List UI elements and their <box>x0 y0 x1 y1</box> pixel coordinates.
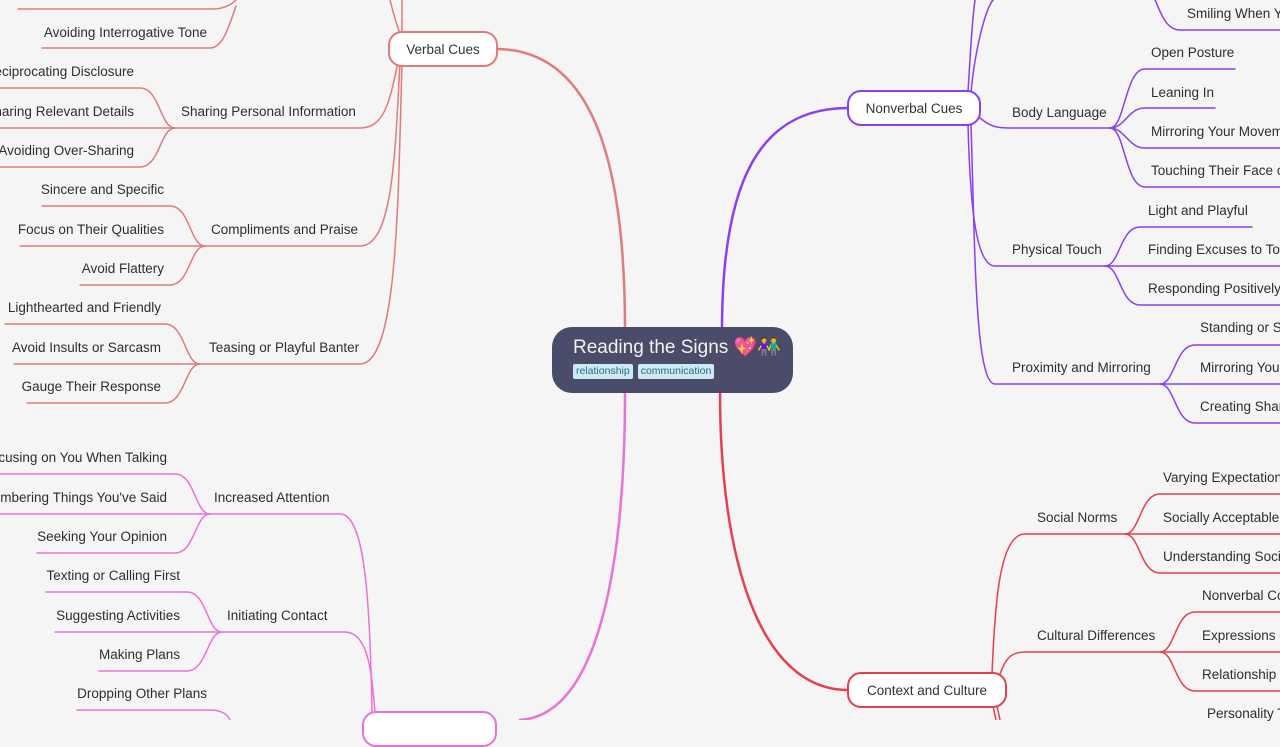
leaf-socially-acceptable[interactable]: Socially Acceptable Behavior <box>1163 509 1280 527</box>
subtopic-teasing-or-playful-banter[interactable]: Teasing or Playful Banter <box>209 339 359 357</box>
leaf-making-plans[interactable]: Making Plans <box>99 646 180 664</box>
subtopic-initiating-contact[interactable]: Initiating Contact <box>227 607 328 625</box>
leaf-mirroring-your-movements[interactable]: Mirroring Your Movements <box>1151 123 1280 141</box>
branch-behavior[interactable] <box>362 711 497 747</box>
leaf-nonverbal-communication[interactable]: Nonverbal Communication <box>1202 587 1280 605</box>
leaf-finding-excuses[interactable]: Finding Excuses to Touch <box>1148 241 1280 259</box>
leaf-sincere-and-specific[interactable]: Sincere and Specific <box>41 181 164 199</box>
leaf-light-and-playful[interactable]: Light and Playful <box>1148 202 1248 220</box>
subtopic-compliments-and-praise[interactable]: Compliments and Praise <box>211 221 358 239</box>
leaf-texting-or-calling-first[interactable]: Texting or Calling First <box>46 567 180 585</box>
subtopic-social-norms[interactable]: Social Norms <box>1037 509 1117 527</box>
subtopic-increased-attention[interactable]: Increased Attention <box>214 489 330 507</box>
leaf-gauge-their-response[interactable]: Gauge Their Response <box>22 378 161 396</box>
leaf-touching-their-face[interactable]: Touching Their Face or Hair <box>1151 162 1280 180</box>
leaf-reciprocating-disclosure[interactable]: Reciprocating Disclosure <box>0 63 134 81</box>
leaf-relationship[interactable]: Relationship Norms <box>1202 666 1280 684</box>
branch-nonverbal-cues[interactable]: Nonverbal Cues <box>847 90 981 126</box>
leaf-avoid-flattery[interactable]: Avoid Flattery <box>82 260 164 278</box>
leaf-avoiding-interrogative-tone[interactable]: Avoiding Interrogative Tone <box>44 24 207 42</box>
leaf-sharing-relevant-details[interactable]: Sharing Relevant Details <box>0 103 134 121</box>
subtopic-proximity-and-mirroring[interactable]: Proximity and Mirroring <box>1012 359 1151 377</box>
leaf-lighthearted-and-friendly[interactable]: Lighthearted and Friendly <box>8 299 161 317</box>
tag-relationship[interactable]: relationship <box>573 364 633 379</box>
leaf-varying-expectations[interactable]: Varying Expectations <box>1163 469 1280 487</box>
leaf-leaning-in[interactable]: Leaning In <box>1151 84 1214 102</box>
leaf-creating-shared[interactable]: Creating Shared Space <box>1200 398 1280 416</box>
root-node[interactable]: Reading the Signs 💖👫 relationship commun… <box>552 327 793 393</box>
tag-communication[interactable]: communication <box>637 364 715 379</box>
leaf-suggesting-activities[interactable]: Suggesting Activities <box>56 607 180 625</box>
subtopic-body-language[interactable]: Body Language <box>1012 104 1107 122</box>
leaf-dropping-other-plans[interactable]: Dropping Other Plans <box>77 685 207 703</box>
leaf-personality[interactable]: Personality Traits <box>1207 705 1280 723</box>
leaf-avoiding-over-sharing[interactable]: Avoiding Over-Sharing <box>0 142 134 160</box>
root-title: Reading the Signs 💖👫 <box>573 337 781 358</box>
leaf-expressions-of[interactable]: Expressions of Affection <box>1202 627 1280 645</box>
root-tags: relationship communication <box>573 364 793 379</box>
leaf-mirroring-you[interactable]: Mirroring Your Actions <box>1200 359 1280 377</box>
leaf-remembering-things[interactable]: Remembering Things You've Said <box>0 489 167 507</box>
leaf-standing-or-sitting[interactable]: Standing or Sitting Close <box>1200 319 1280 337</box>
leaf-avoid-insults-or-sarcasm[interactable]: Avoid Insults or Sarcasm <box>12 339 161 357</box>
leaf-smiling-when[interactable]: Smiling When You <box>1187 5 1280 23</box>
leaf-understanding-social[interactable]: Understanding Social Cues <box>1163 548 1280 566</box>
subtopic-sharing-personal-information[interactable]: Sharing Personal Information <box>181 103 356 121</box>
behavior-connectors <box>0 390 627 720</box>
subtopic-cultural-differences[interactable]: Cultural Differences <box>1037 627 1155 645</box>
subtopic-physical-touch[interactable]: Physical Touch <box>1012 241 1102 259</box>
leaf-focusing-on-you[interactable]: Focusing on You When Talking <box>0 449 167 467</box>
branch-verbal-cues[interactable]: Verbal Cues <box>388 31 498 67</box>
leaf-open-posture[interactable]: Open Posture <box>1151 44 1234 62</box>
leaf-focus-on-their-qualities[interactable]: Focus on Their Qualities <box>18 221 164 239</box>
branch-context-and-culture[interactable]: Context and Culture <box>847 672 1007 708</box>
leaf-responding-positively[interactable]: Responding Positively <box>1148 280 1280 298</box>
leaf-seeking-your-opinion[interactable]: Seeking Your Opinion <box>37 528 167 546</box>
